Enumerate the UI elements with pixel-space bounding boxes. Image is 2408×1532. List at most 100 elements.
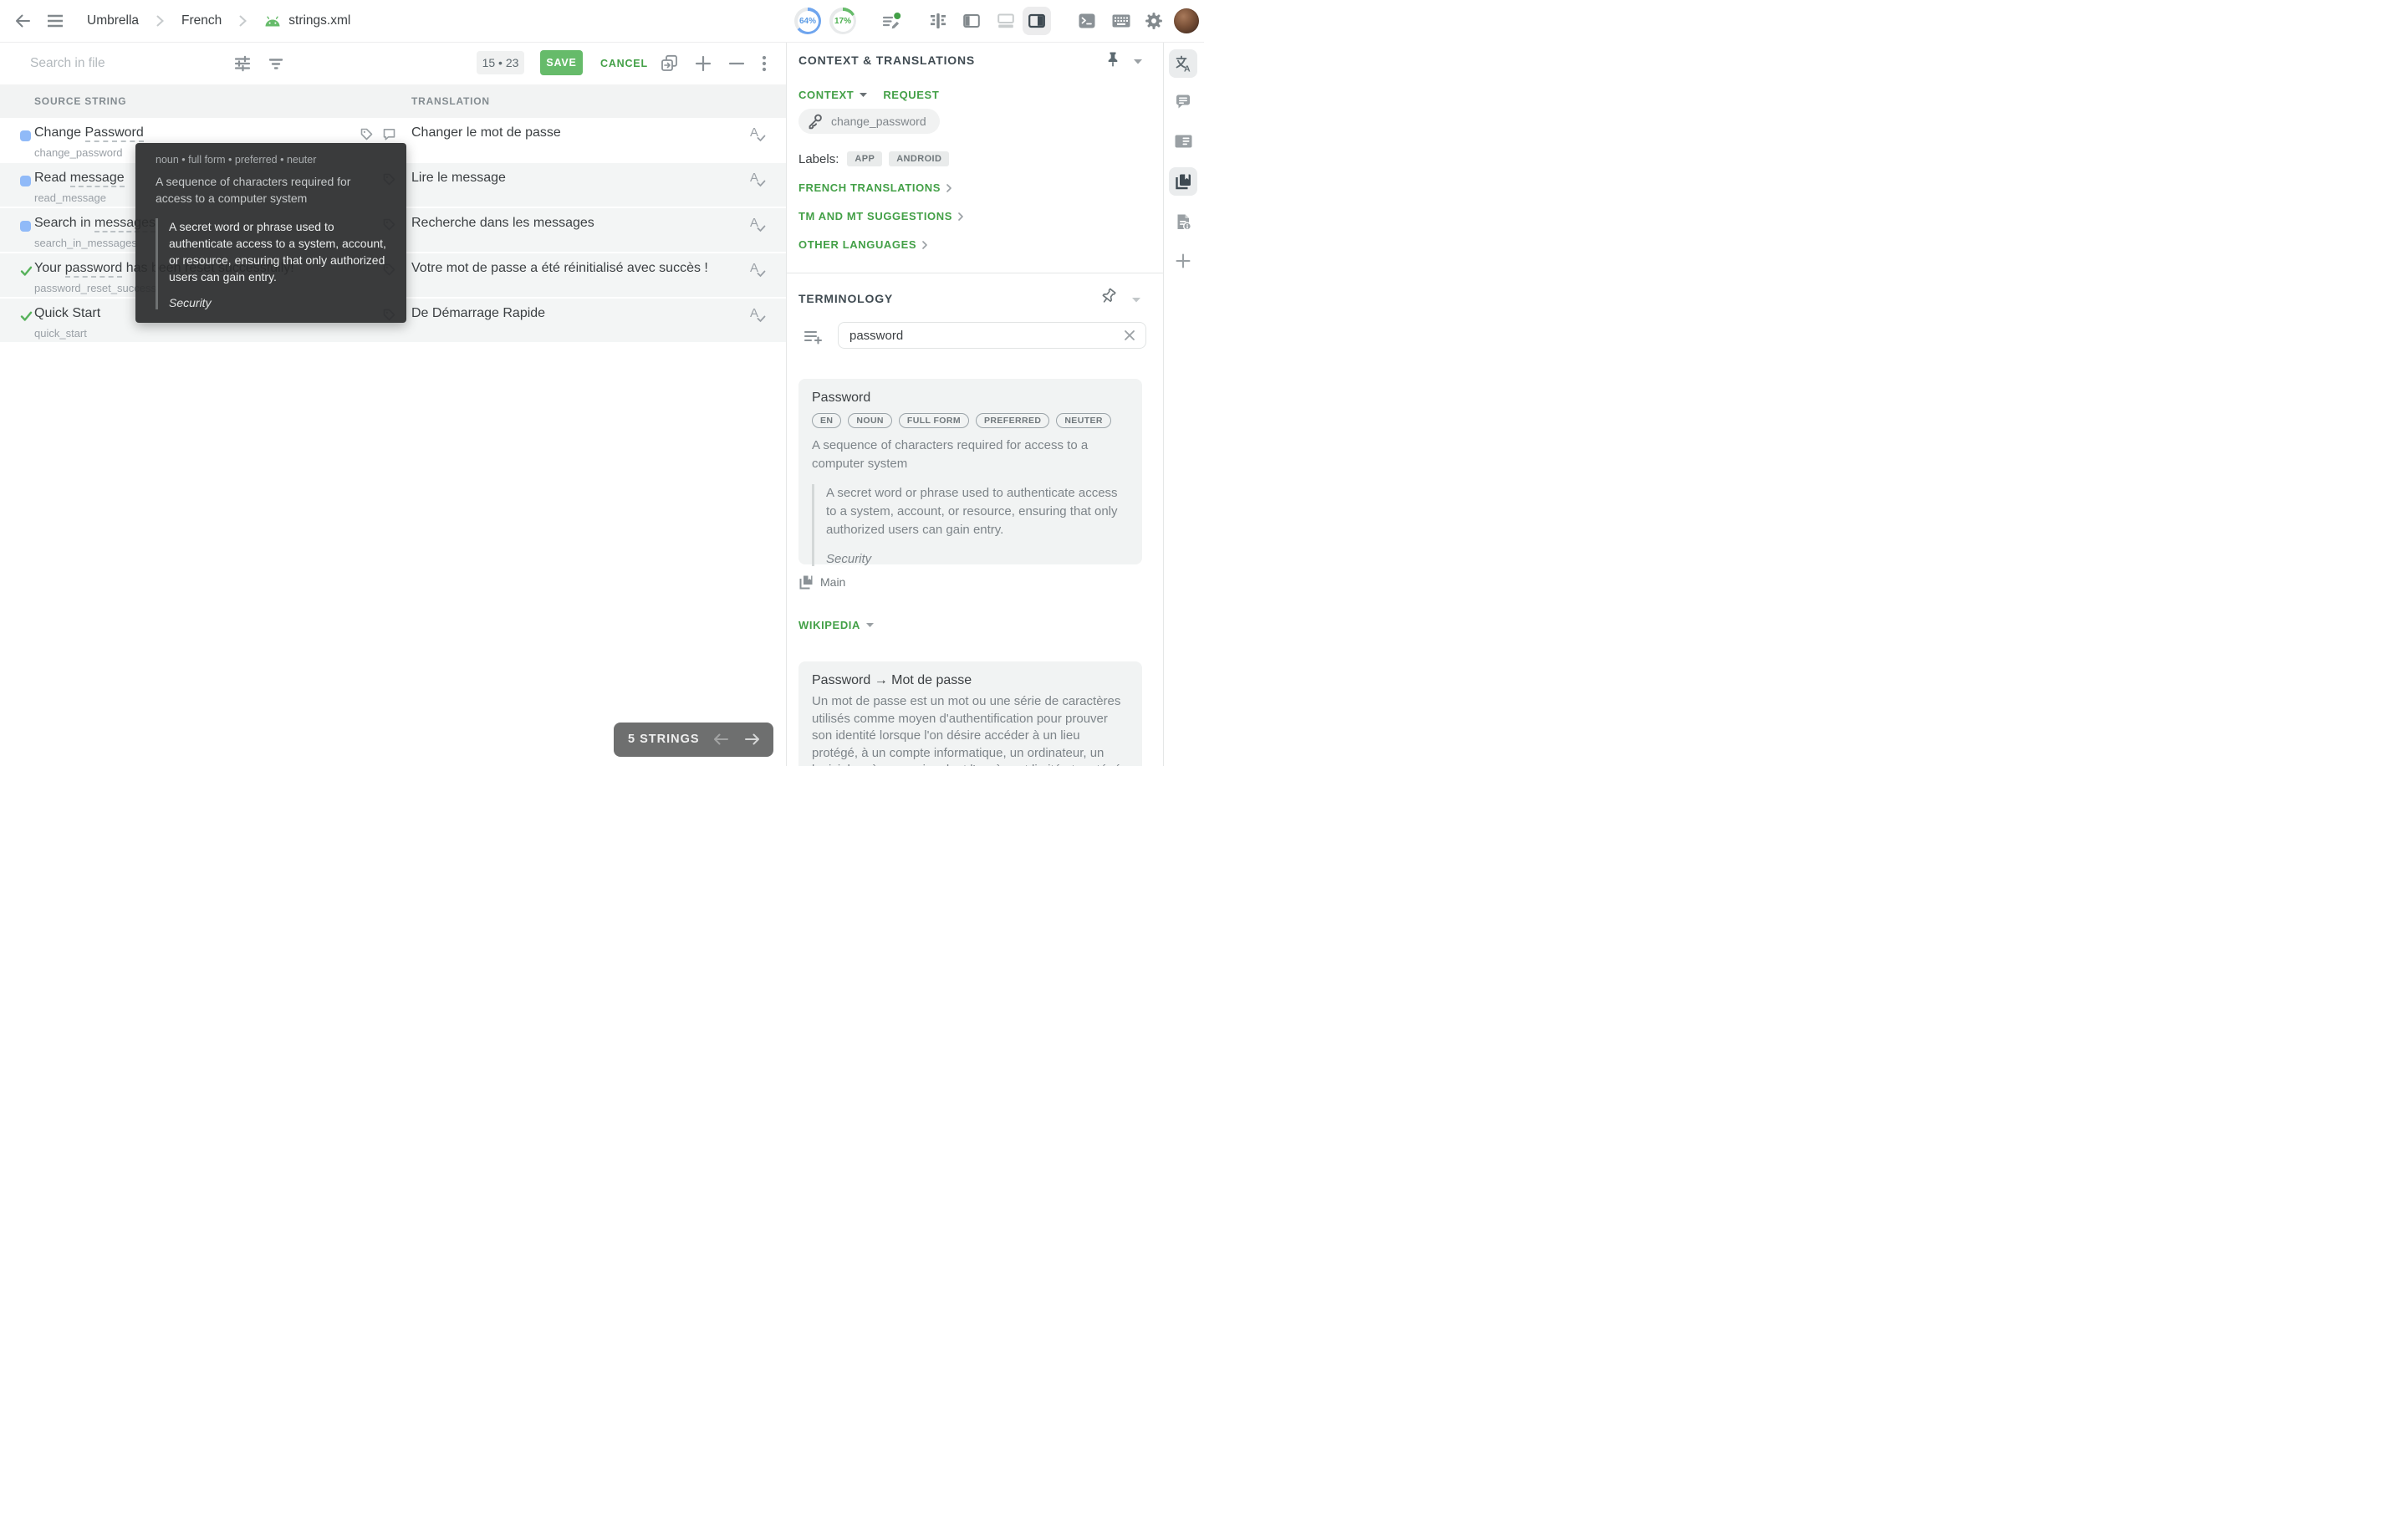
spellcheck-icon[interactable]: A [750, 306, 768, 324]
translation-text[interactable]: Votre mot de passe a été réinitialisé av… [411, 259, 708, 277]
term-meta: noun • full form • preferred • neuter [156, 154, 386, 166]
top-bar: Umbrella French strings.xml 64% 17% [0, 0, 1204, 43]
comment-icon[interactable] [382, 127, 396, 141]
translation-text[interactable]: Changer le mot de passe [411, 124, 561, 141]
save-button[interactable]: SAVE [540, 50, 583, 75]
add-panel-icon[interactable] [1169, 247, 1197, 275]
tag-icon[interactable] [360, 127, 374, 141]
collapse-chevron-icon[interactable] [1132, 298, 1140, 303]
progress-ring-total[interactable]: 64% [794, 8, 821, 34]
back-icon[interactable] [13, 0, 32, 42]
term-source: Security [826, 552, 1129, 566]
glossary-term[interactable]: message [70, 171, 125, 187]
remove-string-icon[interactable] [727, 42, 746, 84]
breadcrumb-language[interactable]: French [181, 13, 222, 28]
string-key: read_message [34, 191, 125, 205]
terminal-icon[interactable] [1079, 0, 1095, 42]
term-tag: FULL FORM [899, 413, 969, 428]
settings-gear-icon[interactable] [1145, 0, 1163, 42]
previous-page-icon[interactable] [712, 732, 729, 747]
translation-column-header: TRANSLATION [411, 84, 490, 118]
copy-source-icon[interactable] [660, 42, 679, 84]
add-string-icon[interactable] [694, 42, 712, 84]
file-info-panel-icon[interactable] [1169, 207, 1197, 236]
breadcrumb-project[interactable]: Umbrella [87, 13, 139, 28]
table-header: SOURCE STRING TRANSLATION [0, 84, 786, 118]
user-avatar[interactable] [1174, 8, 1199, 33]
chevron-right-icon [922, 241, 927, 249]
wikipedia-entry-title: Password → Mot de passe [812, 673, 1129, 688]
tab-request[interactable]: REQUEST [883, 89, 939, 101]
key-icon [807, 113, 824, 130]
translation-text[interactable]: Recherche dans les messages [411, 214, 594, 232]
more-options-icon[interactable] [762, 42, 767, 84]
source-string: Read message [34, 169, 125, 186]
translations-panel-icon[interactable]: A [1169, 49, 1197, 78]
terminology-title: TERMINOLOGY [798, 292, 893, 305]
add-term-icon[interactable] [804, 327, 824, 345]
bottom-panel-layout-icon[interactable] [997, 0, 1014, 42]
tasks-icon[interactable] [882, 0, 901, 42]
keyboard-icon[interactable] [1112, 0, 1130, 42]
string-counter-badge: 15 • 23 [477, 51, 524, 74]
term-tag: NEUTER [1056, 413, 1111, 428]
glossary-panel-icon[interactable] [1169, 167, 1197, 196]
tab-context[interactable]: CONTEXT [798, 89, 854, 101]
terminology-search-input[interactable] [838, 322, 1146, 349]
progress-ring-reviewed[interactable]: 17% [829, 8, 856, 34]
android-icon [264, 16, 281, 27]
label-chip: APP [847, 151, 882, 166]
status-in-progress-icon [20, 221, 31, 232]
app-window: Umbrella French strings.xml 64% 17% [0, 0, 1204, 766]
translation-text[interactable]: De Démarrage Rapide [411, 304, 545, 322]
chevron-right-icon [946, 184, 951, 192]
collapse-chevron-icon[interactable] [1134, 59, 1142, 64]
left-panel-layout-icon[interactable] [963, 0, 980, 42]
section-link-tm-mt-suggestions[interactable]: TM AND MT SUGGESTIONS [798, 210, 963, 222]
string-key-pill[interactable]: change_password [798, 109, 940, 134]
spellcheck-icon[interactable]: A [750, 171, 768, 189]
clear-search-icon[interactable] [1123, 329, 1136, 342]
string-count-label: 5 STRINGS [628, 723, 700, 757]
editor-toolbar: 15 • 23 SAVE CANCEL [0, 42, 786, 84]
string-key: quick_start [34, 326, 100, 340]
term-source: Security [169, 296, 386, 309]
spellcheck-icon[interactable]: A [750, 216, 768, 234]
source-string: Quick Start [34, 304, 100, 322]
status-done-icon [20, 311, 33, 322]
chevron-down-icon [860, 93, 867, 97]
term-title: Password [812, 391, 1129, 406]
comments-panel-icon[interactable] [1169, 87, 1197, 115]
spellcheck-icon[interactable]: A [750, 125, 768, 144]
menu-icon[interactable] [47, 0, 64, 42]
term-card: Password EN NOUN FULL FORM PREFERRED NEU… [798, 379, 1142, 564]
source-string: Change Password [34, 124, 144, 141]
glossary-book-icon [798, 574, 814, 590]
glossary-term[interactable]: password [65, 261, 122, 278]
glossary-term[interactable]: Password [85, 125, 144, 142]
wikipedia-section-header[interactable]: WIKIPEDIA [798, 619, 874, 631]
status-done-icon [20, 266, 33, 277]
wikipedia-card: Password → Mot de passe Un mot de passe … [798, 661, 1142, 766]
next-page-icon[interactable] [744, 732, 761, 747]
unpin-icon[interactable] [1099, 288, 1118, 306]
cancel-button[interactable]: CANCEL [595, 50, 653, 75]
context-card-panel-icon[interactable] [1169, 127, 1197, 156]
panel-title: CONTEXT & TRANSLATIONS [798, 54, 975, 67]
right-panel-layout-icon[interactable] [1028, 0, 1045, 42]
pin-icon[interactable] [1105, 51, 1120, 68]
search-in-file-input[interactable] [28, 42, 216, 85]
term-definition: A sequence of characters required for ac… [156, 173, 386, 207]
spellcheck-icon[interactable]: A [750, 261, 768, 279]
breadcrumb-file[interactable]: strings.xml [288, 13, 350, 28]
svg-text:A: A [1184, 64, 1191, 74]
chevron-down-icon [866, 623, 874, 627]
section-link-other-languages[interactable]: OTHER LANGUAGES [798, 238, 927, 251]
right-rail: A [1163, 42, 1204, 766]
section-link-french-translations[interactable]: FRENCH TRANSLATIONS [798, 181, 951, 194]
glossary-reference: Main [798, 574, 845, 590]
strings-view-icon[interactable] [929, 0, 947, 42]
translation-text[interactable]: Lire le message [411, 169, 506, 186]
sort-filter-icon[interactable] [267, 42, 285, 84]
filter-settings-icon[interactable] [233, 42, 252, 84]
